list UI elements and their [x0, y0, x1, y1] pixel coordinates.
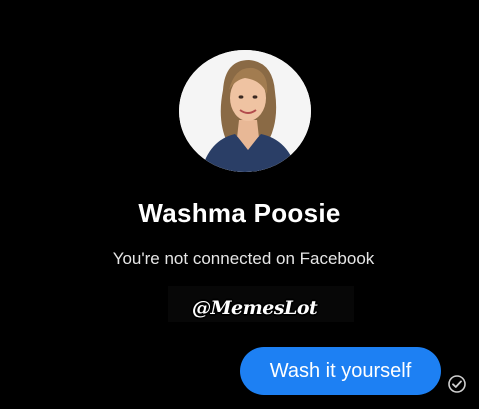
seen-check-icon [447, 374, 467, 394]
profile-name: Washma Poosie [138, 198, 341, 228]
outgoing-message-bubble[interactable]: Wash it yourself [240, 347, 441, 395]
connection-status: You're not connected on Facebook [112, 249, 375, 268]
profile-avatar[interactable] [179, 50, 311, 172]
watermark: @MemesLot [192, 297, 318, 319]
profile-photo [179, 50, 311, 172]
